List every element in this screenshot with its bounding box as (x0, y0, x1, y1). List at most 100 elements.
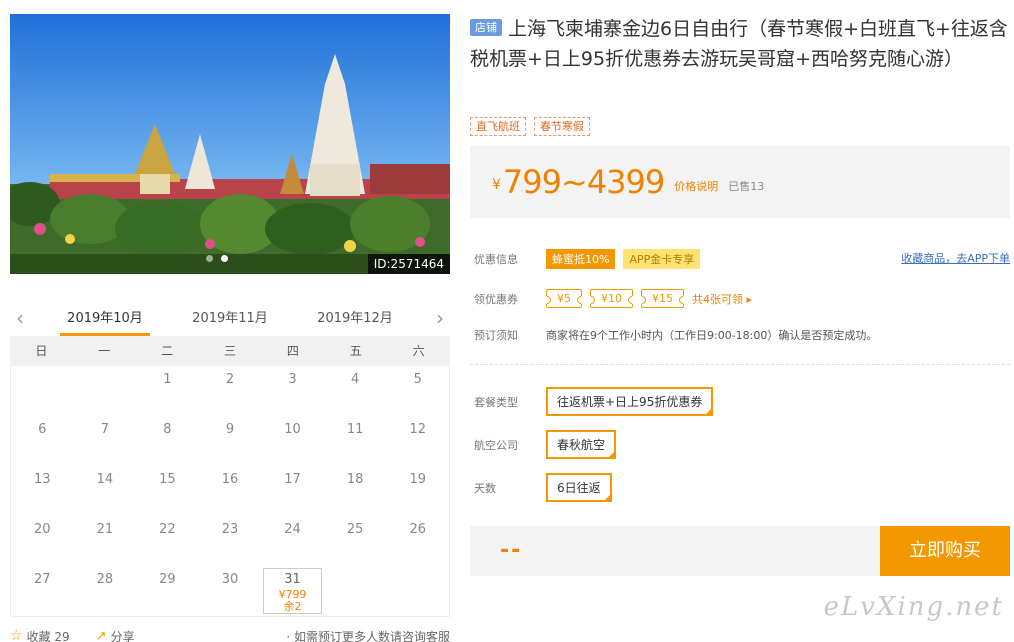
day-number: 9 (225, 422, 235, 437)
prev-month-icon[interactable]: ‹ (16, 308, 24, 328)
notice-text: 商家将在9个工作小时内（工作日9:00-18:00）确认是否预定成功。 (546, 329, 878, 342)
calendar-footer: ☆ 收藏 29 ↗ 分享 · 如需预订更多人数请咨询客服 (10, 626, 450, 642)
star-icon: ☆ (10, 628, 23, 642)
coupon-row: 领优惠券 ¥5 ¥10 ¥15 共4张可领 ▸ (474, 289, 752, 308)
day-number: 14 (96, 472, 114, 487)
day-number: 2 (225, 372, 235, 387)
calendar-empty-cell (74, 366, 137, 416)
contact-note: · 如需预订更多人数请咨询客服 (286, 629, 450, 642)
weekday-label: 一 (98, 344, 111, 358)
calendar-day[interactable]: 30 (199, 566, 262, 616)
product-photo[interactable]: ID:2571464 (10, 14, 450, 274)
option-days-selected[interactable]: 6日往返 (546, 473, 612, 502)
calendar-day[interactable]: 12 (386, 416, 449, 466)
calendar-day[interactable]: 29 (136, 566, 199, 616)
option-package-selected[interactable]: 往返机票+日上95折优惠券 (546, 387, 714, 416)
notice-label: 预订须知 (474, 329, 518, 342)
tab-month-dec[interactable]: 2019年12月 (310, 302, 400, 336)
sold-count: 已售13 (728, 180, 765, 193)
date-calendar: ‹ 2019年10月 2019年11月 2019年12月 › 日 一 二 三 四… (10, 302, 450, 617)
share-label: 分享 (110, 629, 135, 642)
calendar-day[interactable]: 15 (136, 466, 199, 516)
coupon-10[interactable]: ¥10 (590, 289, 633, 308)
day-number: 16 (221, 472, 239, 487)
buy-bar: -- 立即购买 (470, 526, 1010, 576)
calendar-day[interactable]: 28 (74, 566, 137, 616)
weekday-label: 五 (349, 344, 362, 358)
day-number: 28 (96, 572, 114, 587)
more-coupons-link[interactable]: 共4张可领 ▸ (692, 291, 752, 307)
calendar-day[interactable]: 7 (74, 416, 137, 466)
calendar-day[interactable]: 1 (136, 366, 199, 416)
promo-row: 优惠信息 蜂蜜抵10% APP金卡专享 (474, 249, 701, 269)
watermark: eLvXing.net (823, 592, 1004, 622)
calendar-day[interactable]: 14 (74, 466, 137, 516)
tab-month-oct[interactable]: 2019年10月 (60, 302, 150, 336)
favorite-count: 收藏 29 (26, 629, 70, 642)
carousel-dot[interactable] (206, 255, 213, 262)
calendar-day[interactable]: 2 (199, 366, 262, 416)
day-number: 8 (163, 422, 172, 437)
day-number: 22 (159, 522, 176, 537)
calendar-day[interactable]: 19 (386, 466, 449, 516)
favorite-app-link[interactable]: 收藏商品，去APP下单 (901, 250, 1010, 266)
calendar-day[interactable]: 18 (324, 466, 387, 516)
option-label: 航空公司 (474, 438, 518, 452)
favorite-button[interactable]: ☆ 收藏 29 (10, 628, 70, 642)
calendar-day-selected[interactable]: 31 ¥799 余2 (261, 566, 324, 616)
notice-row: 预订须知 商家将在9个工作小时内（工作日9:00-18:00）确认是否预定成功。 (474, 327, 877, 343)
temple-image (10, 14, 450, 274)
weekday-label: 四 (286, 344, 299, 358)
tab-month-nov[interactable]: 2019年11月 (185, 302, 275, 336)
carousel-dot-active[interactable] (221, 255, 228, 262)
calendar-day[interactable]: 10 (261, 416, 324, 466)
calendar-day[interactable]: 21 (74, 516, 137, 566)
calendar-day[interactable]: 16 (199, 466, 262, 516)
day-number: 3 (288, 372, 297, 387)
day-number: 20 (34, 522, 51, 537)
calendar-day[interactable]: 24 (261, 516, 324, 566)
calendar-day[interactable]: 25 (324, 516, 387, 566)
day-number: 23 (221, 522, 239, 537)
calendar-day[interactable]: 22 (136, 516, 199, 566)
product-title-text: 上海飞柬埔寨金边6日自由行（春节寒假+白班直飞+往返含税机票+日上95折优惠券去… (470, 18, 1008, 70)
month-tabs: ‹ 2019年10月 2019年11月 2019年12月 › (10, 302, 450, 336)
weekday-label: 二 (161, 344, 174, 358)
calendar-day[interactable]: 17 (261, 466, 324, 516)
option-row-package: 套餐类型 往返机票+日上95折优惠券 (474, 387, 714, 416)
currency-symbol: ¥ (492, 177, 501, 193)
day-number: 26 (409, 522, 426, 537)
calendar-day[interactable]: 5 (386, 366, 449, 416)
coupon-15[interactable]: ¥15 (641, 289, 684, 308)
page: ID:2571464 ‹ 2019年10月 2019年11月 2019年12月 … (0, 0, 1014, 642)
coupon-5[interactable]: ¥5 (546, 289, 582, 308)
calendar-day[interactable]: 6 (11, 416, 74, 466)
option-label: 天数 (474, 481, 496, 495)
calendar-day[interactable]: 11 (324, 416, 387, 466)
day-number: 17 (284, 472, 301, 487)
calendar-day[interactable]: 3 (261, 366, 324, 416)
weekday-header: 日 一 二 三 四 五 六 (10, 336, 450, 366)
calendar-empty-cell (324, 566, 387, 616)
total-display: -- (500, 538, 523, 563)
honey-badge: 蜂蜜抵10% (546, 249, 616, 269)
option-label: 套餐类型 (474, 395, 518, 409)
calendar-day[interactable]: 23 (199, 516, 262, 566)
calendar-day[interactable]: 27 (11, 566, 74, 616)
day-number: 25 (346, 522, 364, 537)
next-month-icon[interactable]: › (436, 308, 444, 328)
day-number: 4 (350, 372, 360, 387)
calendar-day[interactable]: 4 (324, 366, 387, 416)
buy-now-button[interactable]: 立即购买 (880, 526, 1010, 576)
calendar-day[interactable]: 8 (136, 416, 199, 466)
tag-spring-festival: 春节寒假 (534, 117, 590, 136)
day-number: 27 (34, 572, 51, 587)
calendar-day[interactable]: 9 (199, 416, 262, 466)
calendar-day[interactable]: 13 (11, 466, 74, 516)
option-airline-selected[interactable]: 春秋航空 (546, 430, 617, 459)
share-button[interactable]: ↗ 分享 (96, 628, 135, 642)
calendar-day[interactable]: 26 (386, 516, 449, 566)
calendar-day[interactable]: 20 (11, 516, 74, 566)
price-note-link[interactable]: 价格说明 (674, 178, 718, 194)
product-title: 店铺 上海飞柬埔寨金边6日自由行（春节寒假+白班直飞+往返含税机票+日上95折优惠… (470, 14, 1010, 74)
